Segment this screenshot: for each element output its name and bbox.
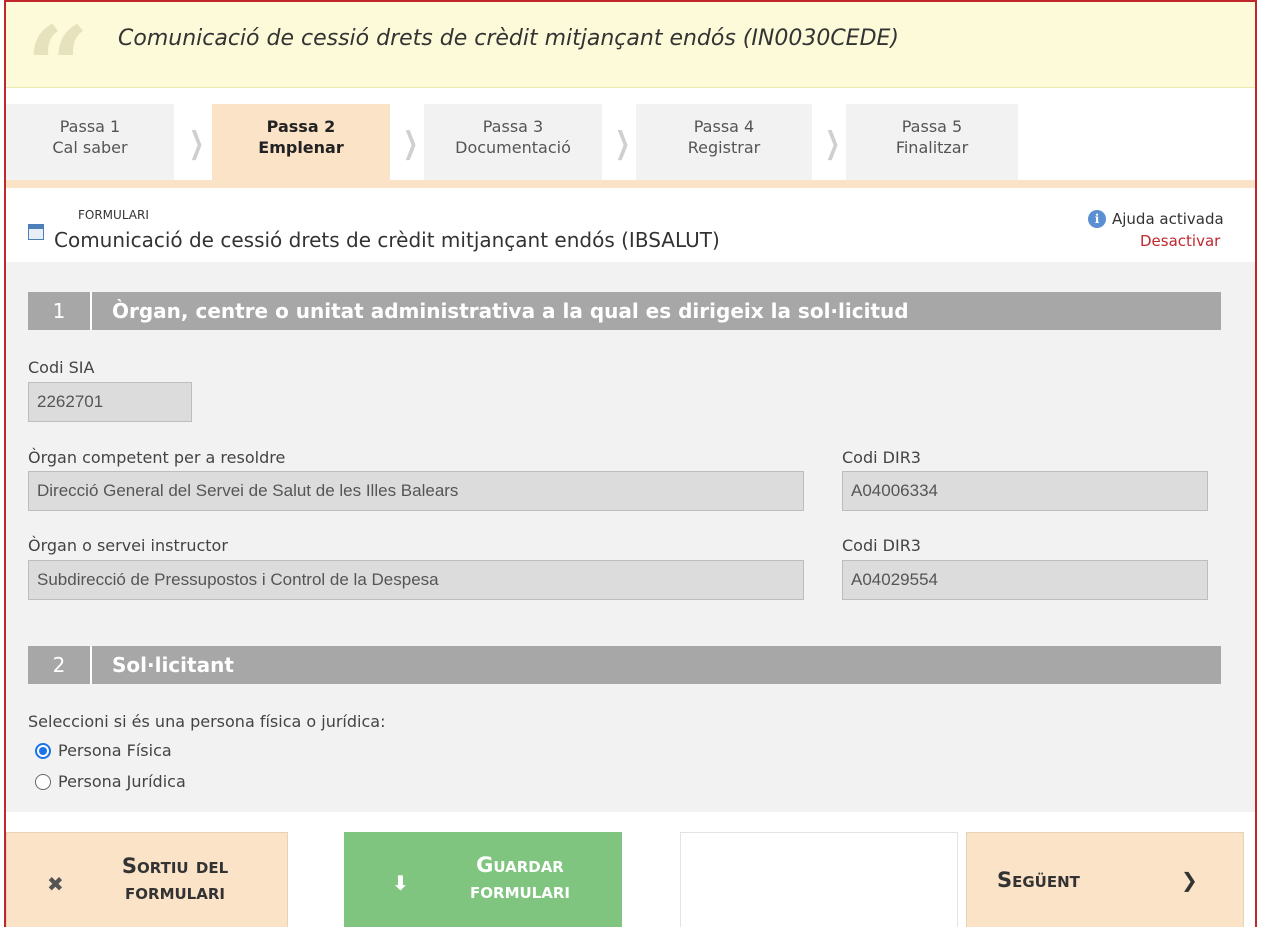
chevron-right-icon: ❯ [825,126,841,161]
save-form-label-line2: formulari [470,879,570,903]
bottom-toolbar: ✖ Sortiu del formulari ⬇ Guardar formula… [6,812,1255,927]
steps-underline [6,180,1255,188]
codi-dir3-field-2[interactable]: A04029554 [842,560,1208,600]
chevron-right-icon: ❯ [615,126,631,161]
step-2-label: Emplenar [258,138,344,157]
codi-sia-field[interactable]: 2262701 [28,382,192,422]
exit-form-label: Sortiu del formulari [95,853,255,905]
radio-persona-juridica[interactable] [35,774,51,790]
organ-competent-label: Òrgan competent per a resoldre [28,448,286,467]
next-button[interactable]: Següent ❯ [966,832,1244,927]
section-1-header: 1 Òrgan, centre o unitat administrativa … [28,292,1221,330]
form-title: Comunicació de cessió drets de crèdit mi… [54,228,720,252]
radio-persona-fisica-label[interactable]: Persona Física [58,741,172,760]
chevron-right-icon: ❯ [403,126,419,161]
empty-button-slot [680,832,958,927]
close-icon: ✖ [47,872,64,896]
step-1-label: Cal saber [52,138,128,157]
step-3[interactable]: Passa 3 Documentació [424,104,602,180]
procedure-title: Comunicació de cessió drets de crèdit mi… [118,26,899,51]
step-3-number: Passa 3 [482,117,544,136]
save-form-label: Guardar formulari [440,852,600,904]
chevron-right-icon: ❯ [189,126,205,161]
step-4-label: Registrar [687,138,761,157]
save-form-label-line1: Guardar [476,853,564,877]
section-1-title: Òrgan, centre o unitat administrativa a … [112,299,909,323]
section-2-header: 2 Sol·licitant [28,646,1221,684]
help-status: Ajuda activada [1112,210,1224,228]
step-5[interactable]: Passa 5 Finalitzar [846,104,1018,180]
info-icon: i [1088,210,1106,228]
person-type-prompt: Seleccioni si és una persona física o ju… [28,712,386,731]
codi-sia-label: Codi SIA [28,358,95,377]
codi-dir3-field-1[interactable]: A04006334 [842,471,1208,511]
page-frame: “ Comunicació de cessió drets de crèdit … [4,0,1257,927]
step-5-number: Passa 5 [901,117,963,136]
step-1[interactable]: Passa 1 Cal saber [6,104,174,180]
form-content: 1 Òrgan, centre o unitat administrativa … [6,262,1255,812]
exit-form-button[interactable]: ✖ Sortiu del formulari [6,832,288,927]
organ-competent-field[interactable]: Direcció General del Servei de Salut de … [28,471,804,511]
download-icon: ⬇ [392,871,409,895]
codi-dir3-label-1: Codi DIR3 [842,448,921,467]
form-label: FORMULARI [78,208,149,222]
next-button-label: Següent [997,868,1080,892]
step-2[interactable]: Passa 2 Emplenar [212,104,390,180]
radio-persona-fisica[interactable] [35,743,51,759]
step-4-number: Passa 4 [693,117,755,136]
form-document-icon [28,224,44,240]
organ-instructor-field[interactable]: Subdirecció de Pressupostos i Control de… [28,560,804,600]
step-2-number: Passa 2 [266,117,336,136]
step-1-number: Passa 1 [59,117,121,136]
chevron-right-icon: ❯ [1181,868,1198,892]
form-header: FORMULARI Comunicació de cessió drets de… [6,188,1255,262]
organ-instructor-label: Òrgan o servei instructor [28,536,228,555]
step-5-label: Finalitzar [895,138,969,157]
save-form-button[interactable]: ⬇ Guardar formulari [344,832,622,927]
step-navigation: Passa 1 Cal saber ❯ Passa 2 Emplenar ❯ P… [6,104,1255,182]
page-header: “ Comunicació de cessió drets de crèdit … [6,2,1255,122]
exit-form-label-line2: formulari [125,880,225,904]
section-1-number: 1 [28,292,92,330]
section-2-title: Sol·licitant [112,653,234,677]
exit-form-label-line1: Sortiu del [121,854,229,878]
help-deactivate-link[interactable]: Desactivar [1140,232,1220,250]
codi-dir3-label-2: Codi DIR3 [842,536,921,555]
step-3-label: Documentació [455,138,571,157]
step-4[interactable]: Passa 4 Registrar [636,104,812,180]
section-2-number: 2 [28,646,92,684]
radio-persona-juridica-label[interactable]: Persona Jurídica [58,772,186,791]
